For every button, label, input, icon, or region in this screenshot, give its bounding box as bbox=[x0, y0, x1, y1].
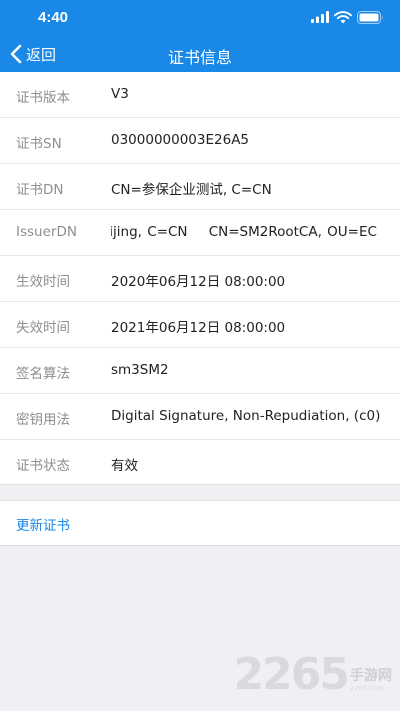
signal-icon bbox=[311, 11, 329, 23]
navigation-bar: 返回 证书信息 bbox=[0, 36, 400, 72]
issuer-dn-scroll-value[interactable]: eijing, C=CN CN=SM2RootCA, OU=EC bbox=[111, 224, 400, 240]
row-label: IssuerDN bbox=[16, 224, 77, 240]
watermark-text-group: 手游网 2265.com bbox=[350, 668, 392, 693]
watermark-text: 手游网 bbox=[350, 668, 392, 684]
row-issuer-dn[interactable]: IssuerDN eijing, C=CN CN=SM2RootCA, OU=E… bbox=[0, 210, 400, 256]
row-value: 2021年06月12日 08:00:00 bbox=[111, 320, 286, 336]
row-value: V3 bbox=[111, 86, 129, 102]
row-label: 签名算法 bbox=[16, 366, 70, 382]
watermark-number: 2265 bbox=[233, 649, 350, 700]
row-value: CN=参保企业测试, C=CN bbox=[111, 182, 272, 198]
row-value: 有效 bbox=[111, 458, 138, 474]
row-cert-sn: 证书SN 03000000003E26A5 bbox=[0, 118, 400, 164]
row-value: 2020年06月12日 08:00:00 bbox=[111, 274, 286, 290]
battery-icon bbox=[357, 10, 383, 24]
row-valid-from: 生效时间 2020年06月12日 08:00:00 bbox=[0, 256, 400, 302]
watermark-logo: 2265 手游网 2265.com bbox=[234, 647, 392, 697]
certificate-info-list: 证书版本 V3 证书SN 03000000003E26A5 证书DN CN=参保… bbox=[0, 72, 400, 485]
page-title: 证书信息 bbox=[167, 48, 232, 67]
status-time: 4:40 bbox=[38, 9, 69, 26]
row-value: 03000000003E26A5 bbox=[111, 132, 250, 148]
row-value: sm3SM2 bbox=[111, 362, 169, 378]
action-list: 更新证书 bbox=[0, 500, 400, 546]
row-signature-algorithm: 签名算法 sm3SM2 bbox=[0, 348, 400, 394]
row-valid-to: 失效时间 2021年06月12日 08:00:00 bbox=[0, 302, 400, 348]
row-label: 证书SN bbox=[16, 136, 62, 152]
row-label: 失效时间 bbox=[16, 320, 70, 336]
row-label: 证书DN bbox=[16, 182, 64, 198]
row-label: 生效时间 bbox=[16, 274, 70, 290]
wifi-icon bbox=[334, 10, 352, 23]
row-cert-version: 证书版本 V3 bbox=[0, 72, 400, 118]
watermark-subtext: 2265.com bbox=[350, 685, 384, 692]
renew-certificate-button[interactable]: 更新证书 bbox=[16, 514, 70, 534]
row-value: Digital Signature, Non-Repudiation, (c0) bbox=[111, 408, 381, 424]
status-icons bbox=[311, 10, 384, 24]
row-cert-dn: 证书DN CN=参保企业测试, C=CN bbox=[0, 164, 400, 210]
row-cert-status: 证书状态 有效 bbox=[0, 440, 400, 486]
row-key-usage: 密钥用法 Digital Signature, Non-Repudiation,… bbox=[0, 394, 400, 440]
app-header: 4:40 返回 证书信息 bbox=[0, 0, 400, 72]
row-label: 证书状态 bbox=[16, 458, 70, 474]
status-bar: 4:40 bbox=[0, 0, 400, 36]
row-label: 证书版本 bbox=[16, 90, 70, 106]
row-label: 密钥用法 bbox=[16, 412, 70, 428]
